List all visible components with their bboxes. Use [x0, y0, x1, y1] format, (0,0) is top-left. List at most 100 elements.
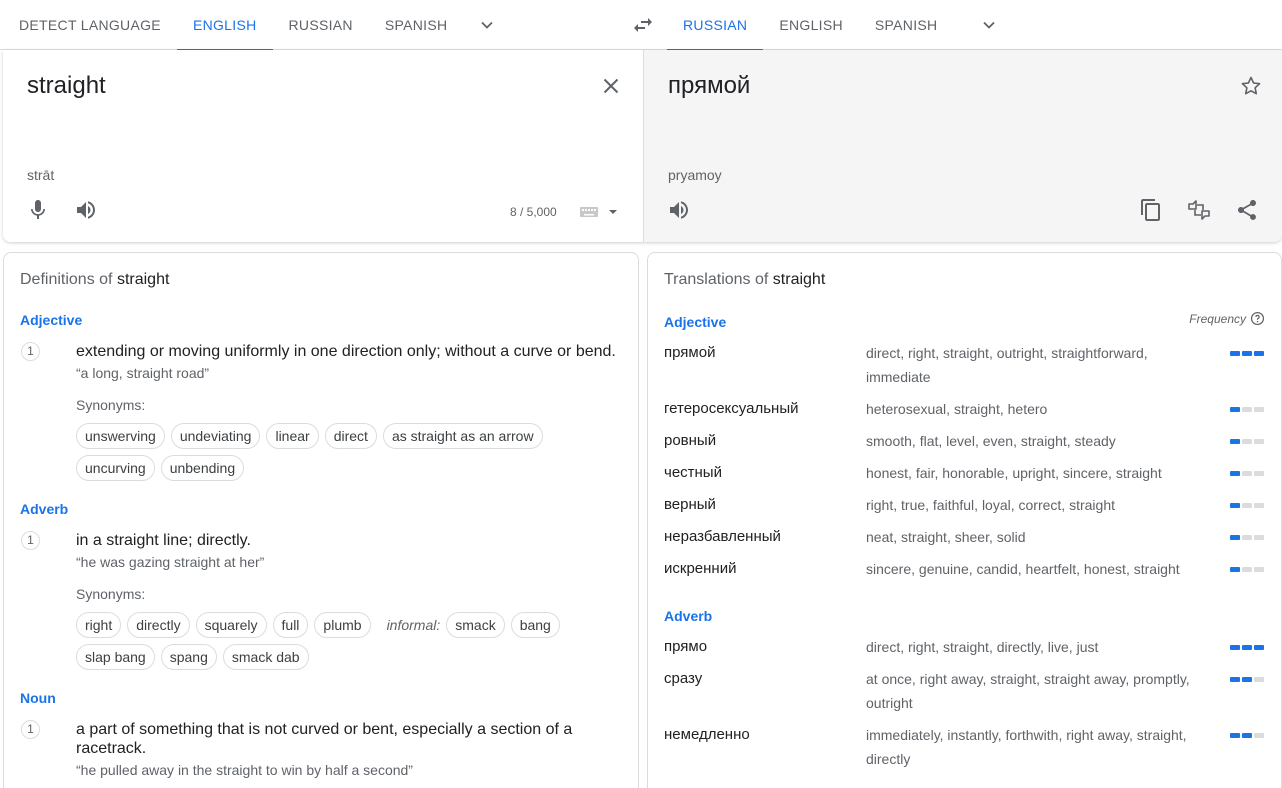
frequency-segment: [1242, 733, 1252, 738]
target-transliteration: pryamoy: [668, 167, 722, 183]
definition-number: 1: [21, 342, 40, 361]
synonym-chip[interactable]: squarely: [195, 612, 267, 638]
synonym-chip[interactable]: slap bang: [76, 644, 155, 670]
translation-synonyms[interactable]: heterosexual, straight, hetero: [866, 397, 1206, 421]
definition-number: 1: [21, 720, 40, 739]
swap-languages-button[interactable]: [631, 13, 655, 37]
frequency-segment: [1230, 733, 1240, 738]
synonym-chip[interactable]: directly: [127, 612, 190, 638]
copy-translation-button[interactable]: [1139, 198, 1163, 222]
synonym-chip[interactable]: as straight as an arrow: [382, 423, 543, 449]
frequency-segment: [1254, 471, 1264, 476]
translation-word[interactable]: честный: [664, 461, 722, 485]
pos-heading-noun: Noun: [20, 690, 56, 706]
tab-source-russian[interactable]: RUSSIAN: [273, 0, 369, 50]
translation-synonyms[interactable]: smooth, flat, level, even, straight, ste…: [866, 429, 1206, 453]
voice-input-button[interactable]: [26, 198, 50, 222]
pos-heading-adjective: Adjective: [664, 314, 727, 330]
frequency-bar: [1230, 407, 1266, 412]
synonym-chip[interactable]: linear: [266, 423, 319, 449]
translation-word[interactable]: искренний: [664, 557, 736, 581]
help-icon[interactable]: [1250, 311, 1265, 326]
translation-word[interactable]: верный: [664, 493, 716, 517]
translation-word[interactable]: гетеросексуальный: [664, 397, 798, 421]
tab-target-spanish[interactable]: SPANISH: [859, 0, 954, 50]
frequency-segment: [1242, 351, 1252, 356]
synonym-chip[interactable]: spang: [160, 644, 217, 670]
translations-card: Translations of straight Frequency Adjec…: [647, 252, 1282, 788]
translation-word[interactable]: прямо: [664, 635, 707, 659]
frequency-segment: [1254, 567, 1264, 572]
translation-word[interactable]: ровный: [664, 429, 716, 453]
pos-heading-adjective: Adjective: [20, 312, 83, 328]
frequency-segment: [1242, 645, 1252, 650]
feedback-button[interactable]: [1187, 198, 1211, 222]
share-translation-button[interactable]: [1235, 198, 1259, 222]
translation-synonyms[interactable]: right, true, faithful, loyal, correct, s…: [866, 493, 1206, 517]
frequency-segment: [1242, 471, 1252, 476]
synonym-chip[interactable]: smack: [446, 612, 505, 638]
feedback-icon: [1188, 200, 1210, 220]
translations-word: straight: [772, 271, 826, 288]
frequency-segment: [1242, 567, 1252, 572]
synonym-chips: right directly squarely full plumb infor…: [76, 612, 566, 638]
synonym-chip[interactable]: direct: [324, 423, 377, 449]
speaker-icon: [670, 201, 688, 219]
frequency-segment: [1242, 677, 1252, 682]
translation-word[interactable]: немедленно: [664, 723, 750, 747]
translation-word[interactable]: сразу: [664, 667, 702, 691]
tab-source-spanish[interactable]: SPANISH: [369, 0, 464, 50]
chevron-down-icon: [481, 21, 493, 29]
target-panel: прямой pryamoy: [644, 50, 1282, 242]
translation-word[interactable]: неразбавленный: [664, 525, 781, 549]
definition-text: in a straight line; directly.: [76, 532, 251, 549]
speaker-icon: [77, 201, 95, 219]
frequency-segment: [1230, 567, 1240, 572]
synonym-chip[interactable]: full: [272, 612, 309, 638]
input-tools-button[interactable]: [579, 203, 623, 221]
more-target-languages-button[interactable]: [977, 13, 1001, 37]
listen-target-button[interactable]: [667, 198, 691, 222]
synonym-chip[interactable]: unbending: [160, 455, 245, 481]
tab-target-english[interactable]: ENGLISH: [763, 0, 859, 50]
target-language-tabs: RUSSIAN ENGLISH SPANISH: [667, 0, 954, 51]
star-icon: [1241, 76, 1261, 95]
tab-target-russian[interactable]: RUSSIAN: [667, 0, 764, 51]
source-text-input[interactable]: straight: [27, 72, 106, 100]
frequency-segment: [1230, 471, 1240, 476]
frequency-bar: [1230, 351, 1266, 356]
translation-synonyms[interactable]: immediately, instantly, forthwith, right…: [866, 723, 1206, 771]
frequency-bar: [1230, 439, 1266, 444]
translation-synonyms[interactable]: honest, fair, honorable, upright, sincer…: [866, 461, 1206, 485]
synonym-chip[interactable]: plumb: [314, 612, 371, 638]
tab-source-english[interactable]: ENGLISH: [176, 0, 273, 51]
synonym-chip[interactable]: right: [76, 612, 122, 638]
synonym-chip[interactable]: uncurving: [76, 455, 155, 481]
clear-source-button[interactable]: [599, 74, 623, 98]
frequency-bar: [1230, 733, 1266, 738]
more-source-languages-button[interactable]: [475, 13, 499, 37]
close-icon: [603, 78, 619, 94]
frequency-segment: [1230, 535, 1240, 540]
translation-synonyms[interactable]: at once, right away, straight, straight …: [866, 667, 1206, 715]
translation-synonyms[interactable]: neat, straight, sheer, solid: [866, 525, 1206, 549]
language-bar: DETECT LANGUAGE ENGLISH RUSSIAN SPANISH …: [0, 0, 1282, 51]
keyboard-icon: [580, 207, 617, 217]
tab-detect-language[interactable]: DETECT LANGUAGE: [3, 0, 177, 50]
synonym-chip[interactable]: bang: [510, 612, 560, 638]
save-translation-button[interactable]: [1239, 74, 1263, 98]
synonym-chip[interactable]: unswerving: [76, 423, 165, 449]
frequency-segment: [1230, 503, 1240, 508]
translations-title-prefix: Translations of: [664, 271, 773, 288]
frequency-bar: [1230, 535, 1266, 540]
frequency-segment: [1254, 677, 1264, 682]
source-language-tabs: DETECT LANGUAGE ENGLISH RUSSIAN SPANISH: [3, 0, 464, 51]
frequency-segment: [1254, 733, 1264, 738]
listen-source-button[interactable]: [74, 198, 98, 222]
translation-word[interactable]: прямой: [664, 341, 715, 365]
synonym-chip[interactable]: undeviating: [170, 423, 261, 449]
translation-synonyms[interactable]: sincere, genuine, candid, heartfelt, hon…: [866, 557, 1206, 581]
translation-synonyms[interactable]: direct, right, straight, outright, strai…: [866, 341, 1206, 389]
synonym-chip[interactable]: smack dab: [222, 644, 309, 670]
translation-synonyms[interactable]: direct, right, straight, directly, live,…: [866, 635, 1206, 659]
